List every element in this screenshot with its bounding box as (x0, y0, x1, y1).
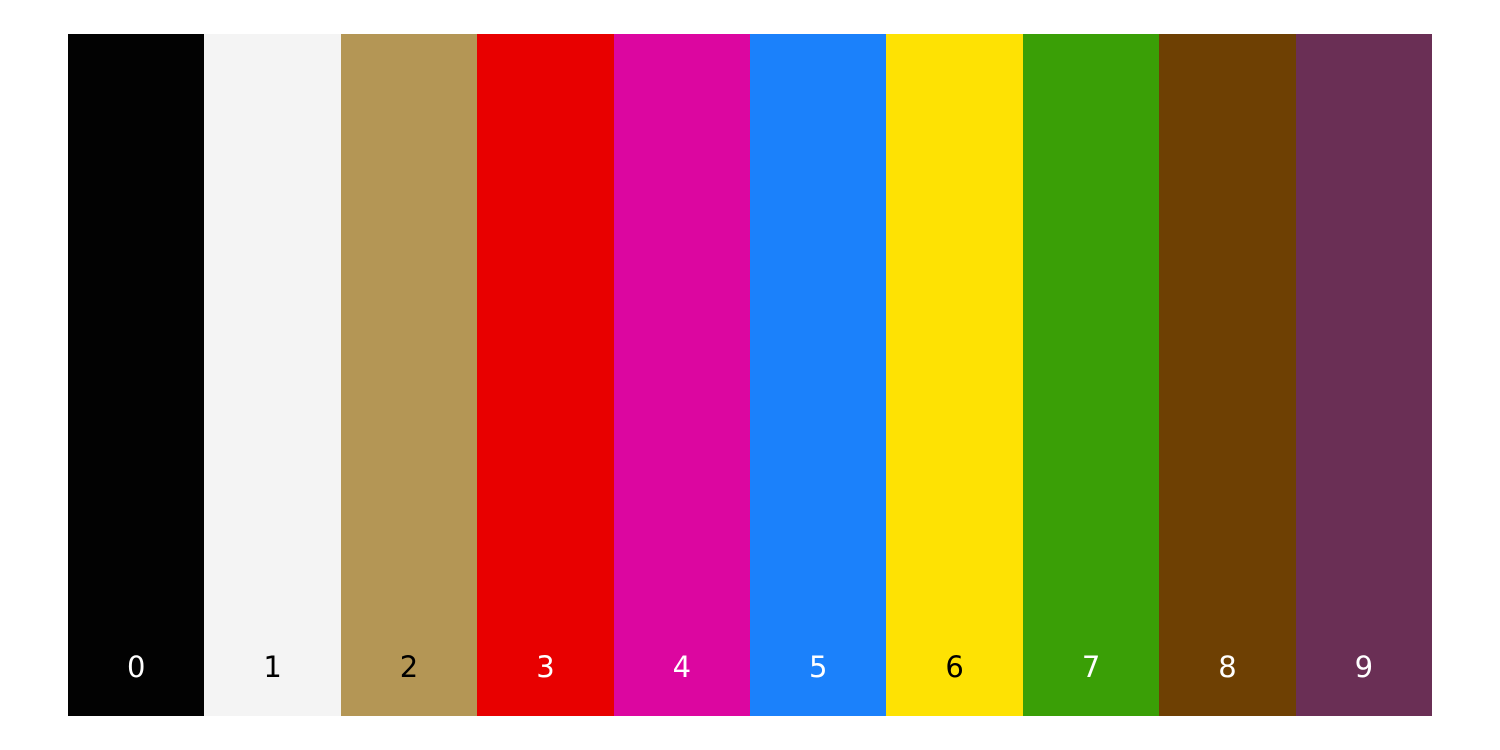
swatch-label-8: 8 (1218, 650, 1237, 684)
color-swatch-6: 6 (886, 34, 1023, 716)
color-palette: 0 1 2 3 4 5 6 7 8 9 (68, 34, 1433, 716)
swatch-label-5: 5 (809, 650, 828, 684)
color-swatch-5: 5 (750, 34, 887, 716)
swatch-label-4: 4 (672, 650, 692, 684)
swatch-label-2: 2 (399, 650, 419, 684)
page: 0 1 2 3 4 5 6 7 8 9 (0, 0, 1500, 750)
color-swatch-2: 2 (340, 34, 478, 716)
color-swatch-9: 9 (1295, 34, 1433, 716)
swatch-label-9: 9 (1354, 650, 1374, 684)
color-swatch-7: 7 (1022, 34, 1160, 716)
swatch-label-7: 7 (1081, 650, 1101, 684)
color-swatch-4: 4 (613, 34, 751, 716)
color-swatch-3: 3 (477, 34, 614, 716)
color-swatch-1: 1 (204, 34, 341, 716)
swatch-label-0: 0 (126, 650, 146, 684)
swatch-label-3: 3 (536, 650, 555, 684)
color-swatch-0: 0 (68, 34, 205, 716)
color-swatch-8: 8 (1159, 34, 1296, 716)
swatch-label-6: 6 (945, 650, 964, 684)
swatch-label-1: 1 (263, 650, 282, 684)
